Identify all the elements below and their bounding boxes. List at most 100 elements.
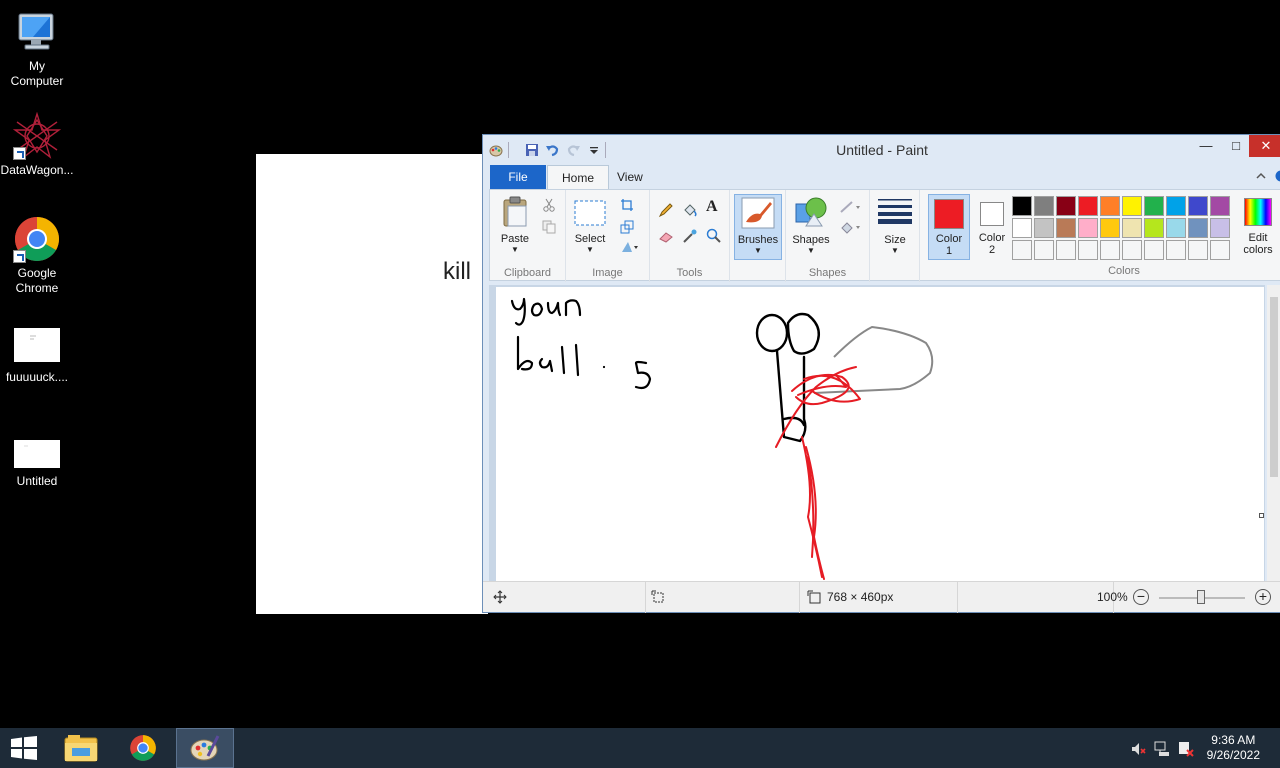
select-dropdown-icon: ▼ (586, 245, 594, 254)
zoom-out-button[interactable]: − (1133, 589, 1149, 605)
my-computer-icon (13, 8, 61, 56)
size-label: Size (884, 234, 906, 246)
select-icon (574, 200, 606, 226)
start-button[interactable] (10, 736, 38, 760)
crop-icon[interactable] (620, 198, 634, 212)
palette-color-swatch[interactable] (1012, 218, 1032, 238)
palette-color-swatch[interactable] (1100, 240, 1120, 260)
clock[interactable]: 9:36 AM 9/26/2022 (1207, 733, 1260, 763)
palette-color-swatch[interactable] (1100, 196, 1120, 216)
palette-color-swatch[interactable] (1122, 196, 1142, 216)
palette-color-swatch[interactable] (1144, 240, 1164, 260)
desktop-icon-untitled[interactable]: Untitled (0, 440, 74, 489)
divider (799, 582, 800, 613)
color-picker-icon[interactable] (682, 228, 698, 244)
palette-color-swatch[interactable] (1122, 218, 1142, 238)
title-bar[interactable]: Untitled - Paint — □ ✕ (483, 135, 1280, 165)
zoom-slider-thumb[interactable] (1197, 590, 1205, 604)
edit-colors-button[interactable]: Edit colors (1238, 194, 1278, 260)
status-bar: 768 × 460px 100% − + (483, 581, 1280, 613)
maximize-button[interactable]: □ (1221, 135, 1251, 157)
palette-color-swatch[interactable] (1144, 218, 1164, 238)
help-icon[interactable] (1275, 170, 1280, 182)
palette-color-swatch[interactable] (1188, 240, 1208, 260)
taskbar-paint[interactable] (176, 728, 234, 768)
color2-button[interactable]: Color 2 (972, 194, 1012, 260)
clock-date: 9/26/2022 (1206, 748, 1260, 762)
close-button[interactable]: ✕ (1249, 135, 1280, 157)
image-size-icon (807, 590, 821, 604)
palette-color-swatch[interactable] (1166, 196, 1186, 216)
brushes-label: Brushes (737, 234, 779, 246)
palette-color-swatch[interactable] (1078, 218, 1098, 238)
volume-muted-icon[interactable] (1130, 741, 1146, 757)
network-icon[interactable] (1154, 741, 1170, 757)
tab-home[interactable]: Home (547, 165, 610, 190)
desktop-icon-my-computer[interactable]: My Computer (0, 8, 74, 89)
file-explorer-icon (64, 735, 98, 762)
shapes-icon (795, 197, 827, 227)
palette-color-swatch[interactable] (1210, 196, 1230, 216)
shapes-label: Shapes (792, 234, 830, 246)
palette-color-swatch[interactable] (1166, 218, 1186, 238)
palette-color-swatch[interactable] (1188, 196, 1208, 216)
palette-color-swatch[interactable] (1078, 240, 1098, 260)
magnifier-icon[interactable] (706, 228, 722, 244)
palette-color-swatch[interactable] (1034, 218, 1054, 238)
cut-icon[interactable] (542, 198, 556, 212)
text-tool-icon[interactable]: A (706, 198, 718, 216)
copy-icon[interactable] (542, 220, 556, 234)
palette-color-swatch[interactable] (1210, 218, 1230, 238)
palette-color-swatch[interactable] (1210, 240, 1230, 260)
drawing-canvas[interactable] (496, 287, 1264, 581)
palette-color-swatch[interactable] (1122, 240, 1142, 260)
outline-icon[interactable] (840, 200, 862, 214)
palette-color-swatch[interactable] (1034, 240, 1054, 260)
fill-icon[interactable] (840, 220, 862, 234)
palette-color-swatch[interactable] (1100, 218, 1120, 238)
size-button[interactable]: Size ▼ (870, 190, 920, 282)
palette-color-swatch[interactable] (1188, 218, 1208, 238)
palette-color-swatch[interactable] (1012, 240, 1032, 260)
tab-view[interactable]: View (603, 165, 657, 189)
paint-window[interactable]: Untitled - Paint — □ ✕ File Home View Pa… (482, 134, 1280, 613)
resize-icon[interactable] (620, 220, 634, 234)
document-icon (13, 328, 61, 364)
minimize-button[interactable]: — (1191, 135, 1221, 157)
collapse-ribbon-icon[interactable] (1255, 171, 1267, 181)
rotate-icon[interactable] (620, 240, 640, 254)
zoom-in-button[interactable]: + (1255, 589, 1271, 605)
palette-color-swatch[interactable] (1056, 196, 1076, 216)
vertical-scrollbar[interactable] (1267, 285, 1280, 581)
canvas-resize-handle[interactable] (1259, 513, 1264, 518)
group-tools: A Tools (650, 190, 730, 282)
action-center-icon[interactable] (1178, 741, 1194, 757)
palette-color-swatch[interactable] (1144, 196, 1164, 216)
eraser-icon[interactable] (658, 228, 674, 244)
taskbar-file-explorer[interactable] (52, 728, 110, 768)
shortcut-arrow-icon (13, 250, 26, 263)
palette-color-swatch[interactable] (1056, 218, 1076, 238)
desktop: My Computer DataWagon... Google Chrome f… (0, 0, 1280, 728)
palette-color-swatch[interactable] (1166, 240, 1186, 260)
taskbar-google-chrome[interactable] (114, 728, 172, 768)
brushes-button[interactable]: Brushes ▼ (730, 190, 786, 282)
tab-file[interactable]: File (490, 165, 546, 189)
desktop-icon-google-chrome[interactable]: Google Chrome (0, 215, 74, 296)
palette-color-swatch[interactable] (1078, 196, 1098, 216)
palette-color-swatch[interactable] (1056, 240, 1076, 260)
palette-color-swatch[interactable] (1034, 196, 1054, 216)
color1-button[interactable]: Color 1 (928, 194, 970, 260)
brushes-icon (741, 197, 775, 229)
scrollbar-thumb[interactable] (1270, 297, 1278, 477)
paste-icon (503, 196, 527, 227)
palette-color-swatch[interactable] (1012, 196, 1032, 216)
divider (957, 582, 958, 613)
fill-bucket-icon[interactable] (682, 202, 698, 218)
pencil-icon[interactable] (658, 202, 674, 218)
background-document-window[interactable]: kill (256, 154, 488, 614)
chrome-icon (130, 735, 156, 761)
paste-dropdown-icon: ▼ (511, 245, 519, 254)
desktop-icon-datawagon[interactable]: DataWagon... (0, 111, 74, 178)
desktop-icon-document[interactable]: fuuuuuck.... (0, 328, 74, 385)
